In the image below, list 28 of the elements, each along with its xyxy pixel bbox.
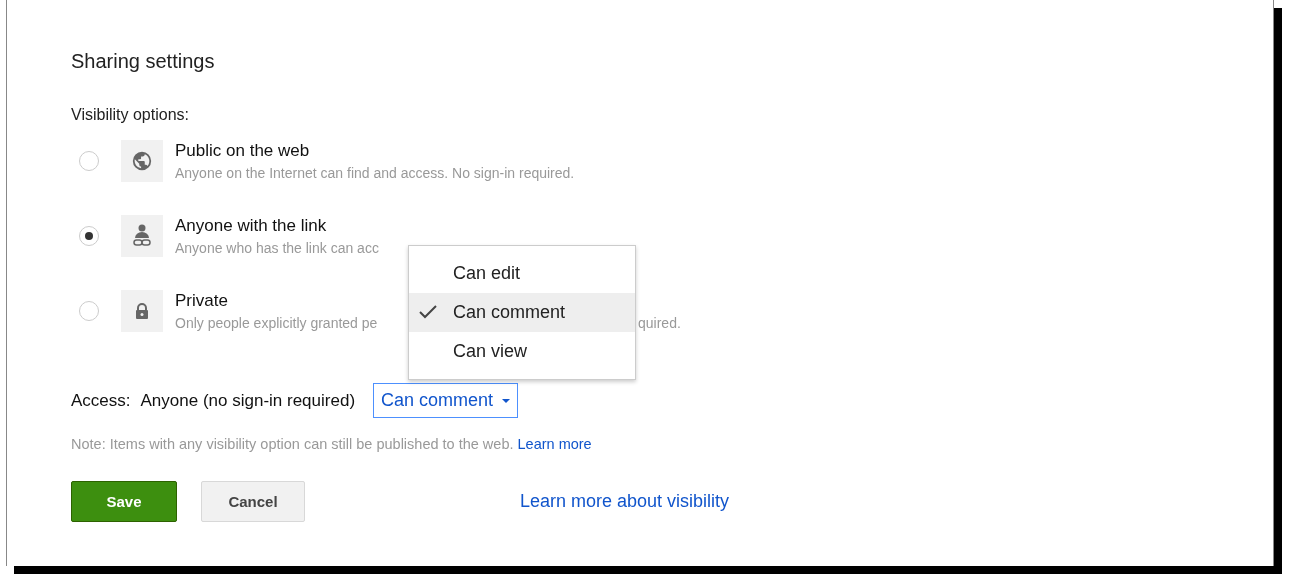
check-icon xyxy=(419,305,437,319)
option-description: quired. xyxy=(638,315,681,331)
lock-icon xyxy=(121,290,163,332)
option-title: Public on the web xyxy=(175,140,311,162)
visibility-link[interactable]: Learn more about visibility xyxy=(520,491,730,512)
note-text: Note: Items with any visibility option can still be published to the web. Learn more xyxy=(71,436,593,452)
permission-dropdown[interactable]: Can comment xyxy=(373,383,519,418)
section-label: Visibility options: xyxy=(71,106,190,125)
learn-more-link[interactable]: Learn more xyxy=(517,436,592,452)
dialog-title: Sharing settings xyxy=(71,50,216,74)
menu-item[interactable]: Can comment xyxy=(409,293,635,332)
cancel-button[interactable]: Cancel xyxy=(201,481,305,522)
menu-item[interactable]: Can view xyxy=(409,332,635,371)
caret-icon xyxy=(502,398,511,403)
option-description: Anyone who has the link can acc xyxy=(175,240,379,256)
option-title: Anyone with the link xyxy=(175,215,328,237)
person-link-icon xyxy=(121,215,163,257)
radio-button[interactable] xyxy=(79,226,99,246)
radio-button[interactable] xyxy=(79,151,99,171)
save-button[interactable]: Save xyxy=(71,481,177,522)
globe-icon xyxy=(121,140,163,182)
option-title: Private xyxy=(175,290,229,312)
option-description: Anyone on the Internet can find and access. No sign-in required. xyxy=(175,165,575,181)
access-value: Anyone (no sign-in required) xyxy=(140,390,356,411)
menu-item[interactable]: Can edit xyxy=(409,254,635,293)
access-label: Access: xyxy=(71,390,131,411)
radio-button[interactable] xyxy=(79,301,99,321)
option-description: Only people explicitly granted pe xyxy=(175,315,378,331)
